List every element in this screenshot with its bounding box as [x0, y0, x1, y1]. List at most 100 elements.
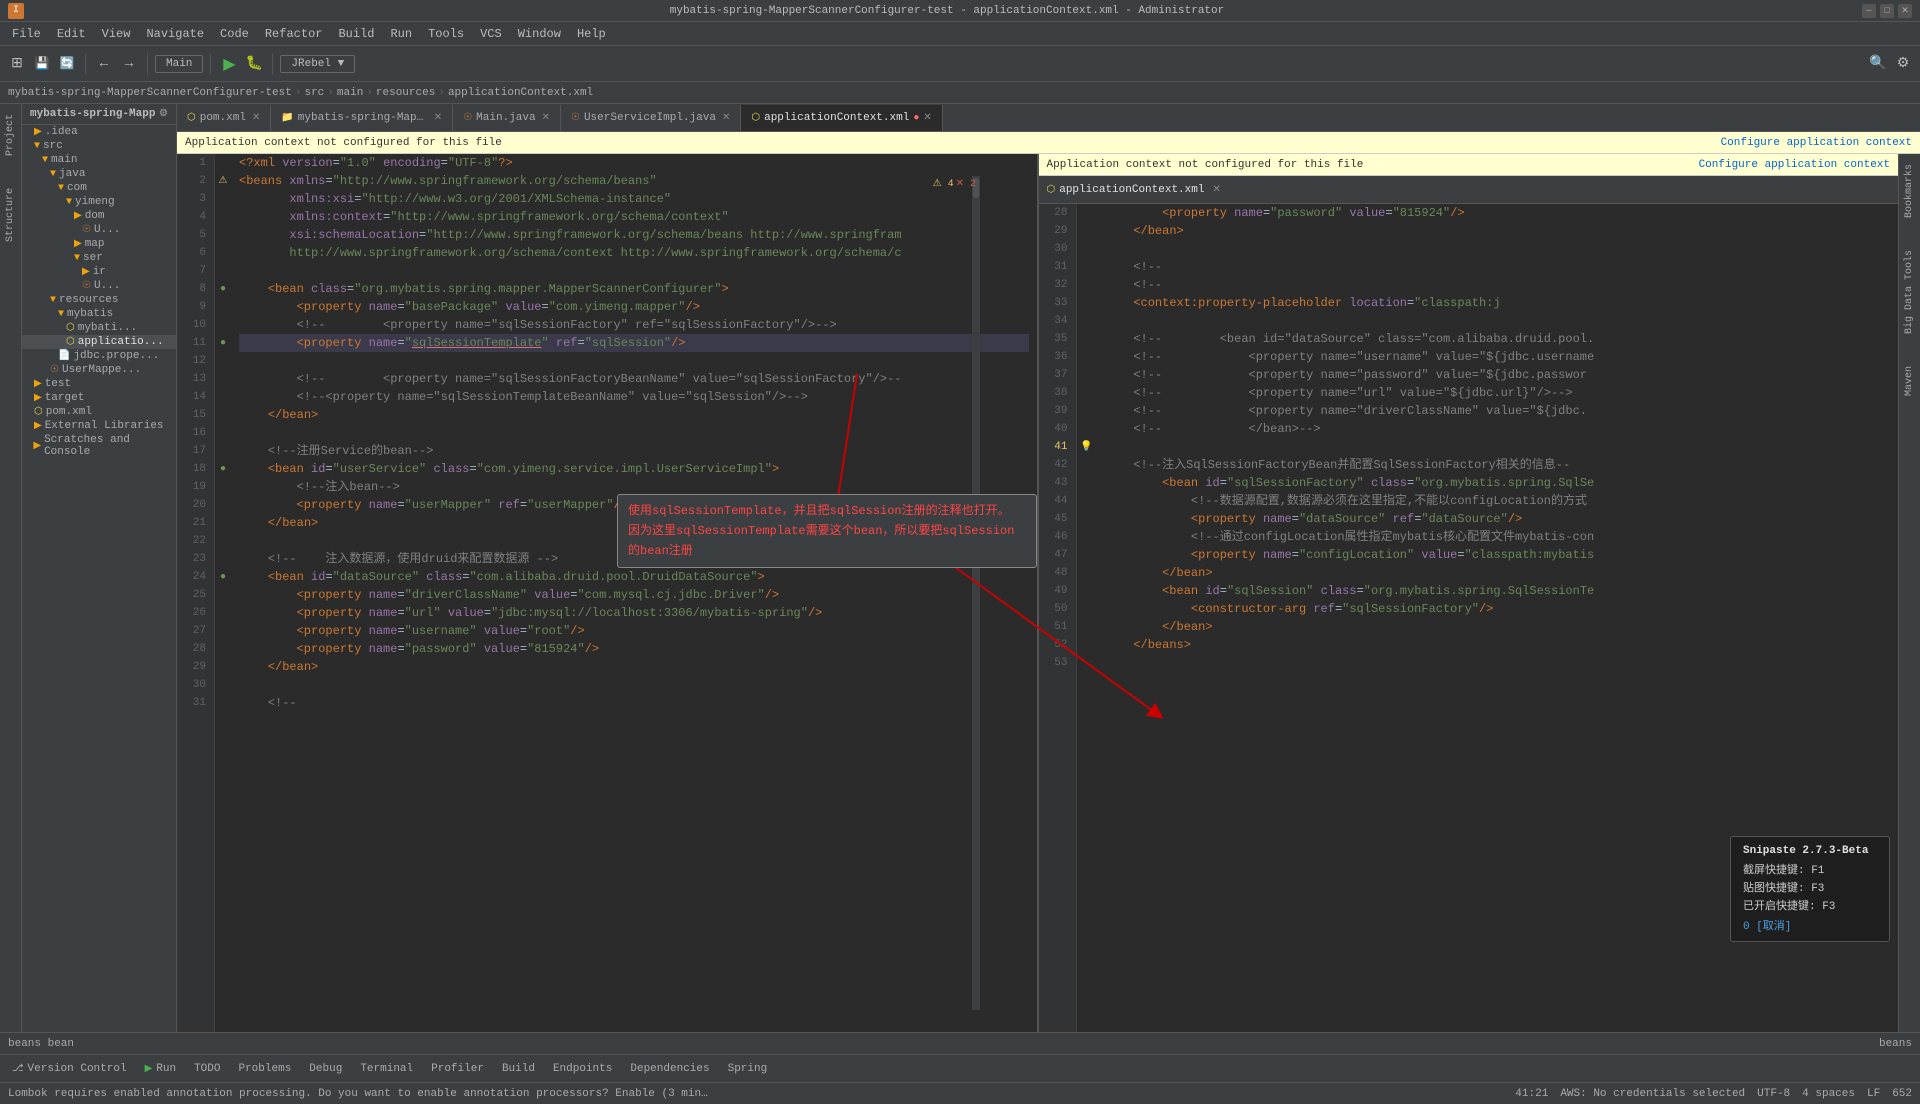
code-line — [1105, 654, 1891, 672]
toolbar-sync-btn[interactable]: 🔄 — [56, 53, 78, 75]
bottom-tab-debug[interactable]: Debug — [301, 1061, 350, 1077]
bottom-tab-endpoints[interactable]: Endpoints — [545, 1061, 620, 1077]
bottom-tab-run[interactable]: ▶ Run — [137, 1061, 185, 1077]
bottom-tab-problems[interactable]: Problems — [230, 1061, 299, 1077]
breadcrumb-project[interactable]: mybatis-spring-MapperScannerConfigurer-t… — [8, 87, 292, 99]
left-code-editor[interactable]: 1 2 3 4 5 6 7 8 9 10 11 12 13 — [177, 154, 1037, 1032]
tree-item-pom[interactable]: ⬡ pom.xml — [22, 405, 176, 419]
right-file-tab[interactable]: ⬡ applicationContext.xml ✕ — [1047, 184, 1221, 196]
tree-item-ir[interactable]: ▶ ir — [22, 265, 176, 279]
toolbar-jrebel-btn[interactable]: JRebel ▼ — [280, 55, 355, 73]
menu-item-vcs[interactable]: VCS — [472, 25, 510, 43]
tab-project[interactable]: 📁 mybatis-spring-MapperScannerConfigurer… — [271, 105, 453, 131]
toolbar-settings-btn[interactable]: ⚙ — [1892, 53, 1914, 75]
menu-item-file[interactable]: File — [4, 25, 49, 43]
menu-item-view[interactable]: View — [94, 25, 139, 43]
maven-tab[interactable]: Maven — [1902, 360, 1917, 402]
git-icon: ⎇ — [12, 1063, 24, 1075]
bottom-tab-build[interactable]: Build — [494, 1061, 543, 1077]
menu-item-tools[interactable]: Tools — [420, 25, 472, 43]
menu-item-code[interactable]: Code — [212, 25, 257, 43]
tab-main[interactable]: ☉ Main.java ✕ — [453, 105, 561, 131]
title-text: mybatis-spring-MapperScannerConfigurer-t… — [32, 5, 1862, 17]
breadcrumb-src[interactable]: src — [304, 87, 324, 99]
code-line: <!--<property name="sqlSessionTemplateBe… — [239, 388, 1029, 406]
tab-userservice[interactable]: ☉ UserServiceImpl.java ✕ — [561, 105, 741, 131]
tree-item-com[interactable]: ▼ com — [22, 181, 176, 195]
toolbar-run-config[interactable]: Main — [155, 55, 203, 73]
menu-item-build[interactable]: Build — [330, 25, 382, 43]
project-tree: ▶ .idea ▼ src ▼ main ▼ java ▼ com — [22, 125, 176, 1032]
tree-item-u1[interactable]: ☉ U... — [22, 223, 176, 237]
close-btn[interactable]: ✕ — [1898, 4, 1912, 18]
tree-item-target[interactable]: ▶ target — [22, 391, 176, 405]
tree-item-java[interactable]: ▼ java — [22, 167, 176, 181]
code-line: <!-- <property name="password" value="${… — [1105, 366, 1891, 384]
tree-item-u2[interactable]: ☉ U... — [22, 279, 176, 293]
tree-item-ser[interactable]: ▼ ser — [22, 251, 176, 265]
menu-item-window[interactable]: Window — [510, 25, 569, 43]
code-line: </beans> — [1105, 636, 1891, 654]
status-right: 41:21 AWS: No credentials selected UTF-8… — [1515, 1088, 1912, 1100]
bottom-tab-versioncontrol[interactable]: ⎇ Version Control — [4, 1061, 135, 1077]
toolbar-save-btn[interactable]: 💾 — [31, 53, 53, 75]
breadcrumb-file[interactable]: applicationContext.xml — [448, 87, 593, 99]
tree-item-usermapper[interactable]: ☉ UserMappe... — [22, 363, 176, 377]
snipaste-title: Snipaste 2.7.3-Beta — [1743, 845, 1877, 857]
breadcrumb-resources[interactable]: resources — [376, 87, 435, 99]
tree-item-map[interactable]: ▶ map — [22, 237, 176, 251]
bigtata-tab[interactable]: Big Data Tools — [1902, 244, 1917, 340]
minimize-btn[interactable]: ─ — [1862, 4, 1876, 18]
menu-item-help[interactable]: Help — [569, 25, 614, 43]
tree-item-scratches[interactable]: ▶ Scratches and Console — [22, 433, 176, 459]
line-ending: LF — [1867, 1088, 1880, 1100]
tree-item-mybatis-xml[interactable]: ⬡ mybati... — [22, 321, 176, 335]
tree-item-app-xml[interactable]: ⬡ applicatio... — [22, 335, 176, 349]
bottom-tab-dependencies[interactable]: Dependencies — [622, 1061, 717, 1077]
folder-icon: ▼ — [58, 183, 64, 194]
toolbar-debug-btn[interactable]: 🐛 — [243, 53, 265, 75]
tree-item-yimeng[interactable]: ▼ yimeng — [22, 195, 176, 209]
menu-item-run[interactable]: Run — [382, 25, 420, 43]
tree-item-main[interactable]: ▼ main — [22, 153, 176, 167]
right-configure-link[interactable]: Configure application context — [1699, 159, 1890, 171]
tree-item-jdbc-prop[interactable]: 📄 jdbc.prope... — [22, 349, 176, 363]
tree-item-resources[interactable]: ▼ resources — [22, 293, 176, 307]
toolbar-search-btn[interactable]: 🔍 — [1867, 53, 1889, 75]
snipaste-line2: 贴图快捷键: F3 — [1743, 879, 1877, 895]
toolbar-back-btn[interactable]: ← — [93, 53, 115, 75]
bottom-tab-profiler[interactable]: Profiler — [423, 1061, 492, 1077]
project-tab[interactable]: Project — [3, 108, 18, 162]
toolbar-forward-btn[interactable]: → — [118, 53, 140, 75]
tree-item-dom[interactable]: ▶ dom — [22, 209, 176, 223]
bottom-tab-spring[interactable]: Spring — [720, 1061, 776, 1077]
userservice-icon: ☉ — [571, 112, 580, 124]
tree-item-idea[interactable]: ▶ .idea — [22, 125, 176, 139]
toolbar-run-btn[interactable]: ▶ — [218, 53, 240, 75]
tab-pom[interactable]: ⬡ pom.xml ✕ — [177, 105, 271, 131]
configure-link[interactable]: Configure application context — [1721, 137, 1912, 149]
bottom-tabs-bar: ⎇ Version Control ▶ Run TODO Problems De… — [0, 1054, 1920, 1082]
bottom-tab-terminal[interactable]: Terminal — [352, 1061, 421, 1077]
breadcrumb-main[interactable]: main — [337, 87, 363, 99]
tree-item-test[interactable]: ▶ test — [22, 377, 176, 391]
lombok-warning[interactable]: Lombok requires enabled annotation proce… — [8, 1088, 708, 1100]
menu-item-refactor[interactable]: Refactor — [257, 25, 331, 43]
code-line: </bean> — [239, 406, 1029, 424]
code-line: <!-- <bean id="dataSource" class="com.al… — [1105, 330, 1891, 348]
tree-item-mybatis[interactable]: ▼ mybatis — [22, 307, 176, 321]
maximize-btn[interactable]: □ — [1880, 4, 1894, 18]
bookmarks-tab[interactable]: Bookmarks — [1902, 158, 1917, 224]
structure-tab[interactable]: Structure — [3, 182, 18, 248]
menu-item-navigate[interactable]: Navigate — [138, 25, 212, 43]
menu-item-edit[interactable]: Edit — [49, 25, 94, 43]
tab-appcontext[interactable]: ⬡ applicationContext.xml ● ✕ — [741, 105, 942, 131]
left-code-content[interactable]: <?xml version="1.0" encoding="UTF-8"?> <… — [231, 154, 1037, 1032]
toolbar-project-btn[interactable]: ⊞ — [6, 53, 28, 75]
bottom-tab-todo[interactable]: TODO — [186, 1061, 228, 1077]
tree-item-src[interactable]: ▼ src — [22, 139, 176, 153]
pom-xml-icon: ⬡ — [187, 112, 196, 124]
tree-item-external-libs[interactable]: ▶ External Libraries — [22, 419, 176, 433]
snipaste-counter[interactable]: 0 [取消] — [1743, 917, 1877, 933]
folder-icon: ▼ — [50, 169, 56, 180]
